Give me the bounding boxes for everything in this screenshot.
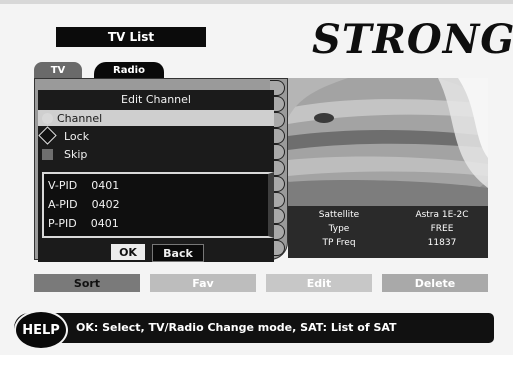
option-lock[interactable]: Lock [38,126,274,145]
tab-tv[interactable]: TV [34,62,82,78]
option-channel-label: Channel [57,111,103,125]
square-icon [42,149,53,160]
pid-row-audio[interactable]: A-PID 0402 [48,197,120,213]
fav-button[interactable]: Fav [150,274,256,292]
circle-icon [42,112,53,124]
info-key: Sattellite [318,210,360,220]
strong-logo: STRONG [312,18,513,62]
back-button[interactable]: Back [152,244,204,262]
option-channel[interactable]: Channel [38,110,274,126]
pid-row-video[interactable]: V-PID 0401 [48,178,119,194]
pid-value: 0402 [91,198,120,211]
info-value: 11837 [427,238,457,248]
top-frame [0,0,513,4]
pid-name: P-PID [48,217,77,230]
pid-panel: V-PID 0401 A-PID 0402 P-PID 0401 [42,172,274,238]
option-skip-label: Skip [64,147,88,161]
help-bar: HELP OK: Select, TV/Radio Change mode, S… [14,310,494,350]
info-key: Type [328,224,350,234]
info-value: FREE [430,224,454,234]
edit-channel-dialog: Edit Channel Channel Lock Skip V-PID 0401… [38,90,274,262]
info-row-tp-freq: TP Freq 11837 [288,238,488,251]
option-skip[interactable]: Skip [38,146,274,162]
info-value: Astra 1E-2C [415,210,469,220]
pid-name: A-PID [48,198,78,211]
video-preview [288,78,488,206]
help-badge: HELP [14,310,68,350]
preview-image [288,78,488,206]
bottom-frame [0,355,513,371]
delete-button[interactable]: Delete [382,274,488,292]
pid-value: 0401 [91,179,120,192]
edit-button[interactable]: Edit [266,274,372,292]
option-lock-label: Lock [64,129,90,143]
help-text: OK: Select, TV/Radio Change mode, SAT: L… [76,321,397,334]
pid-row-pcr[interactable]: P-PID 0401 [48,216,119,232]
screen-title: TV List [56,27,206,47]
pid-value: 0401 [90,217,119,230]
info-row-type: Type FREE [288,224,488,237]
logo-text: STRONG [312,16,513,63]
tab-radio[interactable]: Radio [94,62,164,78]
diamond-icon [38,126,57,145]
tv-list-screen: TV List STRONG TV Radio Edit Channel Cha… [0,0,513,371]
ok-button[interactable]: OK [111,244,145,260]
sort-button[interactable]: Sort [34,274,140,292]
info-row-satellite: Sattellite Astra 1E-2C [288,210,488,223]
dialog-title: Edit Channel [121,93,191,106]
pid-name: V-PID [48,179,78,192]
info-key: TP Freq [322,238,356,248]
channel-info-panel: Sattellite Astra 1E-2C Type FREE TP Freq… [288,206,488,258]
